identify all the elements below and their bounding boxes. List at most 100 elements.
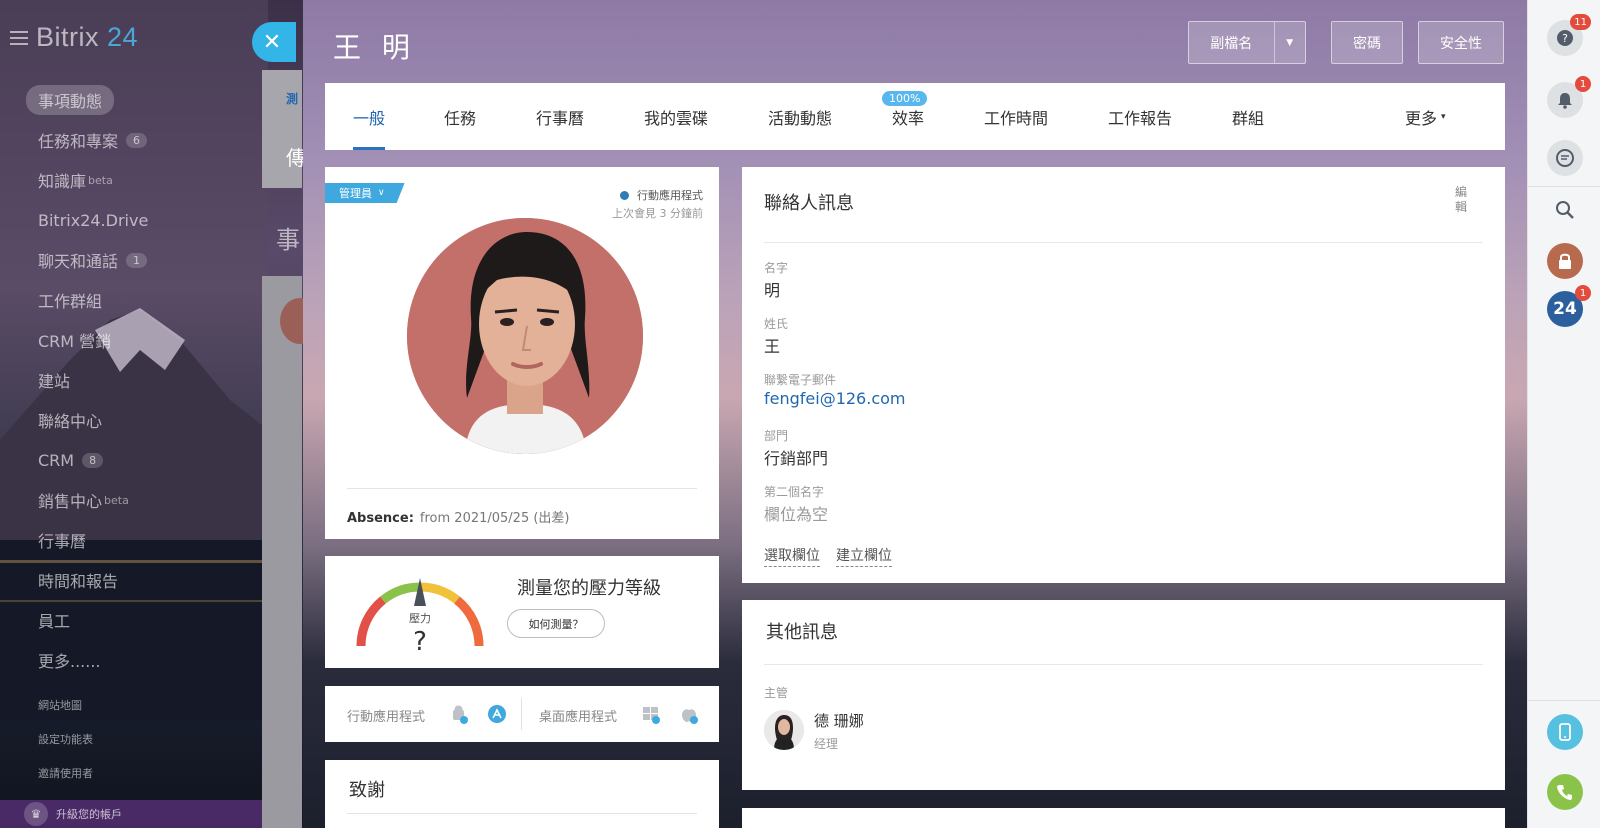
invite-users-link[interactable]: 邀請使用者 — [38, 756, 93, 790]
apple-icon[interactable] — [679, 704, 699, 724]
mobile-phone-icon — [1559, 723, 1571, 741]
email-label: 聯繫電子郵件 — [764, 373, 837, 387]
how-to-measure-button[interactable]: 如何測量？ — [507, 609, 605, 638]
user-photo — [407, 218, 643, 454]
other-info-title: 其他訊息 — [766, 622, 838, 643]
tab-activity[interactable]: 活動動態 — [768, 83, 832, 150]
department-value: 行銷部門 — [764, 449, 829, 468]
phone-icon — [1557, 785, 1572, 800]
last-seen-text: 上次會見 3 分鐘前 — [612, 207, 703, 220]
security-button[interactable]: 安全性 — [1418, 21, 1504, 64]
manager-photo — [764, 710, 804, 750]
sitemap-link[interactable]: 網站地圖 — [38, 688, 93, 722]
background-page-heading: 事 — [276, 226, 300, 254]
sidebar-item-crm[interactable]: CRM 8 — [26, 440, 256, 480]
svg-text:?: ? — [1562, 32, 1568, 45]
right-rail: ? 11 1 24 1 — [1527, 0, 1600, 828]
close-icon: ✕ — [262, 29, 282, 55]
sidebar-item-drive[interactable]: Bitrix24.Drive — [26, 200, 256, 240]
bitrix24-network-button[interactable]: 24 1 — [1547, 285, 1591, 327]
manager-avatar[interactable] — [764, 710, 804, 750]
upgrade-account-button[interactable]: ♛ 升級您的帳戶 — [0, 800, 268, 828]
sidebar-item-calendar[interactable]: 行事曆 — [26, 520, 256, 560]
notifications-button[interactable]: 1 — [1547, 76, 1591, 118]
email-link[interactable]: fengfei@126.com — [764, 389, 906, 408]
stress-title: 測量您的壓力等級 — [517, 578, 661, 599]
sidebar-item-employees[interactable]: 員工 — [26, 600, 256, 640]
sidebar-item-feed[interactable]: 事項動態 — [26, 80, 256, 120]
last-name-label: 姓氏 — [764, 317, 789, 331]
sidebar-item-contact-center[interactable]: 聯絡中心 — [26, 400, 256, 440]
middle-name-value: 欄位為空 — [764, 505, 829, 524]
help-badge: 11 — [1570, 14, 1591, 30]
close-slider-button[interactable]: ✕ — [252, 22, 296, 62]
manager-name[interactable]: 德 珊娜 — [814, 710, 864, 731]
chevron-down-icon: ∨ — [378, 188, 385, 198]
manager-position: 经理 — [814, 737, 839, 751]
tab-work-reports[interactable]: 工作報告 — [1108, 83, 1172, 150]
sidebar-item-tasks[interactable]: 任務和專案 6 — [26, 120, 256, 160]
sidebar-item-chat[interactable]: 聊天和通話 1 — [26, 240, 256, 280]
b24-badge: 1 — [1575, 285, 1591, 301]
sidebar-item-more[interactable]: 更多...... — [26, 640, 256, 680]
messenger-button[interactable] — [1547, 140, 1583, 176]
contact-info-title: 聯絡人訊息 — [764, 193, 854, 214]
divider — [1528, 186, 1600, 187]
tab-general[interactable]: 一般 — [353, 83, 386, 150]
tab-calendar[interactable]: 行事曆 — [536, 83, 584, 150]
left-sidebar: Bitrix 24 事項動態 任務和專案 6 知識庫 beta Bitrix24.D… — [0, 0, 268, 828]
lock-button[interactable] — [1547, 243, 1583, 279]
mobile-apps-label: 行動應用程式 — [347, 710, 426, 725]
create-field-link[interactable]: 建立欄位 — [836, 545, 892, 567]
thanks-card: 致謝 — [325, 760, 719, 828]
search-button[interactable] — [1547, 192, 1583, 228]
profile-avatar[interactable] — [407, 218, 643, 454]
status-dot-icon — [620, 190, 629, 200]
help-button[interactable]: ? 11 — [1547, 14, 1591, 56]
sidebar-item-sales-center[interactable]: 銷售中心 beta — [26, 480, 256, 520]
android-icon[interactable] — [449, 704, 469, 724]
menu-icon[interactable] — [10, 30, 28, 45]
counter-badge: 8 — [82, 452, 104, 468]
profile-card: 管理員 ∨ 行動應用程式 上次會見 3 分鐘前 Absence: from 20… — [325, 167, 719, 539]
mobile-app-button[interactable] — [1547, 714, 1583, 750]
alias-split-button[interactable]: 副檔名 ▼ — [1188, 21, 1306, 64]
password-button[interactable]: 密碼 — [1331, 21, 1403, 64]
background-page-content — [262, 276, 320, 828]
tab-groups[interactable]: 群組 — [1232, 83, 1264, 150]
edit-contact-button[interactable]: 編輯 — [1455, 185, 1469, 215]
sidebar-item-crm-marketing[interactable]: CRM 營銷 — [26, 320, 256, 360]
manager-label: 主管 — [764, 686, 789, 700]
sidebar-item-knowledge[interactable]: 知識庫 beta — [26, 160, 256, 200]
tab-more[interactable]: 更多 ▾ — [1405, 83, 1446, 150]
sidebar-item-time-reports[interactable]: 時間和報告 — [26, 560, 256, 600]
sidebar-item-workgroups[interactable]: 工作群組 — [26, 280, 256, 320]
app-store-icon[interactable] — [487, 704, 507, 724]
bell-icon — [1558, 93, 1572, 109]
gauge-label: 壓力 — [409, 612, 431, 625]
department-label: 部門 — [764, 429, 789, 443]
select-fields-link[interactable]: 選取欄位 — [764, 545, 820, 567]
efficiency-badge: 100% — [882, 91, 928, 106]
notifications-badge: 1 — [1575, 76, 1591, 92]
mobile-app-status: 行動應用程式 — [620, 187, 703, 203]
windows-icon[interactable] — [641, 704, 661, 724]
user-profile-slider: 王 明 副檔名 ▼ 密碼 安全性 一般 任務 行事曆 我的雲碟 活動動態 100… — [303, 0, 1527, 828]
apps-card: 行動應用程式 桌面應用程式 — [325, 686, 719, 742]
menu-settings-link[interactable]: 設定功能表 — [38, 722, 93, 756]
chevron-down-icon[interactable]: ▼ — [1273, 22, 1305, 63]
role-ribbon[interactable]: 管理員 ∨ — [325, 183, 405, 203]
tab-work-time[interactable]: 工作時間 — [984, 83, 1048, 150]
absence-info: Absence: from 2021/05/25 (出差) — [347, 511, 570, 526]
divider — [764, 664, 1483, 665]
tab-tasks[interactable]: 任務 — [444, 83, 476, 150]
brand-logo[interactable]: Bitrix 24 — [10, 22, 138, 53]
sidebar-item-sites[interactable]: 建站 — [26, 360, 256, 400]
page-title: 王 明 — [333, 31, 416, 64]
profile-tabs: 一般 任務 行事曆 我的雲碟 活動動態 100% 效率 工作時間 工作報告 群組… — [325, 83, 1505, 150]
tab-efficiency[interactable]: 100% 效率 — [882, 83, 928, 150]
tab-drive[interactable]: 我的雲碟 — [644, 83, 708, 150]
call-button[interactable] — [1547, 774, 1583, 810]
chevron-down-icon: ▾ — [1441, 111, 1446, 122]
divider — [764, 242, 1483, 243]
